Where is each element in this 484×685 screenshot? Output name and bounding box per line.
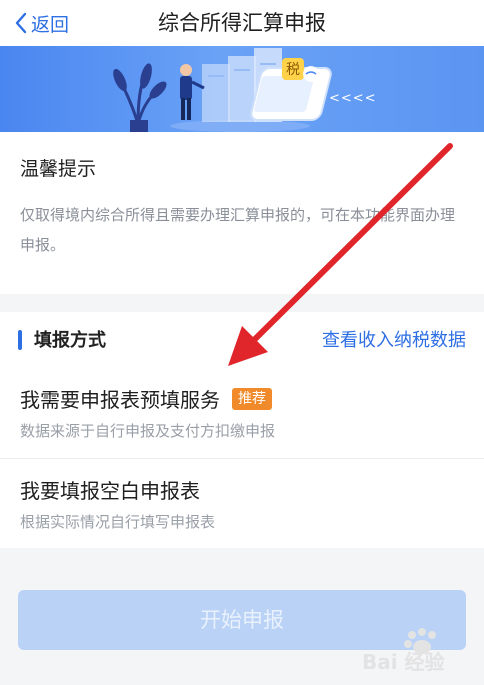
section-marker — [18, 330, 22, 350]
option-label: 我需要申报表预填服务 推荐 — [20, 384, 272, 413]
tax-bubble-icon: 税 — [282, 58, 304, 80]
top-nav-bar: 返回 综合所得汇算申报 — [0, 0, 484, 46]
option-prefill-service[interactable]: 我需要申报表预填服务 推荐 数据来源于自行申报及支付方扣缴申报 — [0, 368, 484, 458]
filing-method-section: 填报方式 查看收入纳税数据 我需要申报表预填服务 推荐 数据来源于自行申报及支付… — [0, 312, 484, 548]
baidu-watermark: Bai 经验 — [362, 625, 472, 675]
option-desc: 根据实际情况自行填写申报表 — [20, 513, 216, 531]
chat-icon — [303, 66, 319, 82]
svg-text:<<<<: <<<< — [329, 91, 377, 106]
plant-icon — [113, 63, 167, 132]
option-label-text: 我要填报空白申报表 — [20, 479, 200, 503]
section-title: 填报方式 — [34, 330, 106, 351]
tips-body: 仅取得境内综合所得且需要办理汇算申报的，可在本功能界面办理申报。 — [20, 206, 456, 254]
option-desc: 数据来源于自行申报及支付方扣缴申报 — [20, 422, 276, 440]
option-label: 我要填报空白申报表 — [20, 475, 200, 504]
page-title: 综合所得汇算申报 — [158, 11, 326, 35]
svg-text:Bai 经验: Bai 经验 — [362, 650, 445, 674]
banner-illustration: 税 <<<< — [0, 46, 484, 132]
option-label-text: 我需要申报表预填服务 — [20, 388, 220, 412]
recommend-badge: 推荐 — [232, 387, 272, 410]
section-header: 填报方式 查看收入纳税数据 — [0, 312, 484, 366]
tips-card: 温馨提示 仅取得境内综合所得且需要办理汇算申报的，可在本功能界面办理申报。 — [0, 132, 484, 294]
view-tax-data-link[interactable]: 查看收入纳税数据 — [322, 326, 466, 352]
tips-title: 温馨提示 — [20, 158, 97, 180]
baidu-paw-icon: Bai 经验 — [362, 628, 445, 674]
person-icon — [180, 64, 205, 120]
option-blank-form[interactable]: 我要填报空白申报表 根据实际情况自行填写申报表 — [0, 458, 484, 549]
svg-text:税: 税 — [286, 62, 300, 78]
